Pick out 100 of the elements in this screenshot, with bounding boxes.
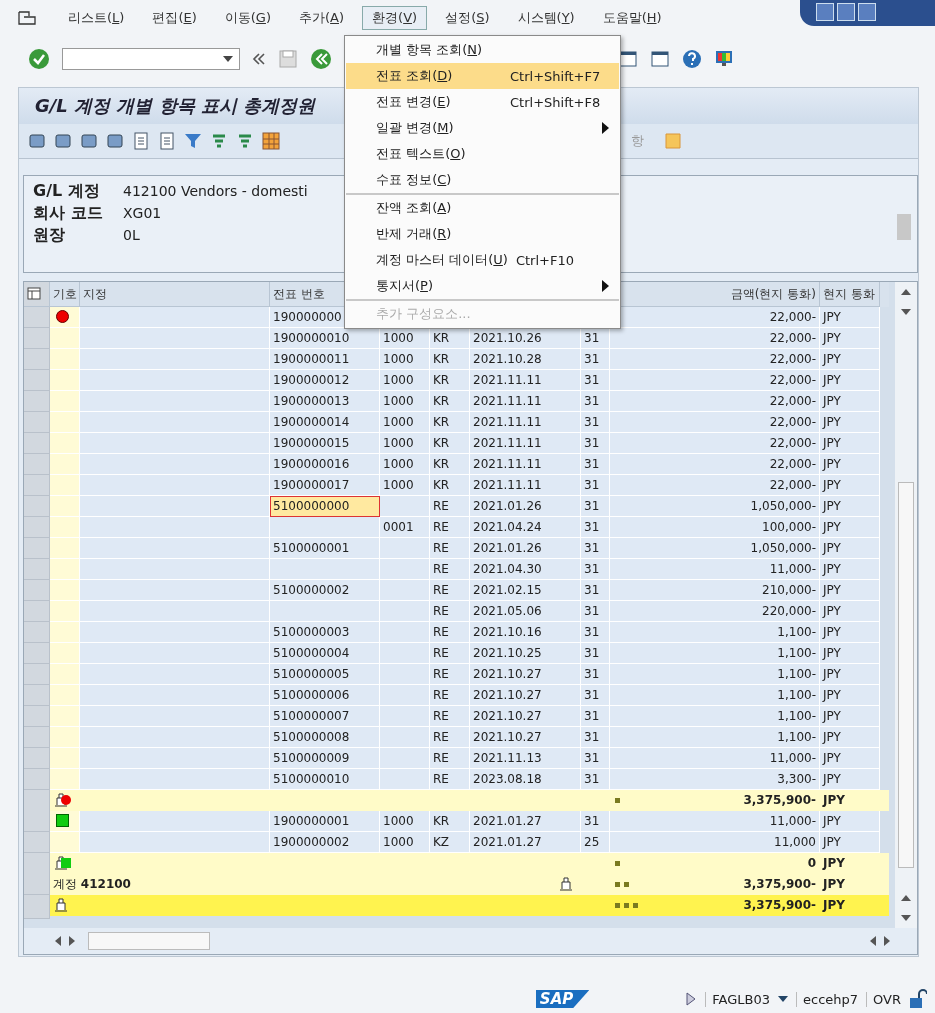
caret-icon[interactable] [223, 55, 233, 62]
window-icon[interactable] [650, 48, 670, 69]
row-selector[interactable] [24, 328, 50, 349]
row-selector[interactable] [24, 685, 50, 706]
row-selector[interactable] [24, 307, 50, 328]
menu-item[interactable]: 반제 거래(R) [346, 221, 619, 247]
row-selector[interactable] [24, 517, 50, 538]
menu-item[interactable]: 도움말(H) [592, 5, 672, 30]
menu-item[interactable]: 잔액 조회(A) [346, 193, 619, 221]
row-selector[interactable] [24, 622, 50, 643]
row-selector[interactable] [24, 748, 50, 769]
menu-item[interactable]: 설정(S) [435, 5, 500, 30]
table-cell[interactable]: 5100000007 [270, 706, 380, 727]
scroll-left-icon[interactable] [869, 936, 877, 946]
row-selector[interactable] [24, 706, 50, 727]
caret-icon[interactable] [778, 996, 788, 1002]
vertical-scrollbar[interactable] [895, 282, 917, 928]
row-selector[interactable] [24, 496, 50, 517]
row-selector[interactable] [24, 559, 50, 580]
row-selector[interactable] [24, 874, 50, 895]
scroll-down-icon[interactable] [901, 914, 911, 922]
window-controls[interactable] [800, 0, 935, 26]
row-selector[interactable] [24, 790, 50, 814]
menu-item[interactable]: 추가(A) [289, 5, 355, 30]
row-selector[interactable] [24, 832, 50, 853]
table-cell[interactable]: 1900000015 [270, 433, 380, 454]
help-icon[interactable] [682, 48, 702, 69]
scroll-left-icon[interactable] [54, 936, 62, 946]
table-cell[interactable]: 1900000012 [270, 370, 380, 391]
table-cell[interactable]: 5100000010 [270, 769, 380, 790]
menu-item[interactable]: 편집(E) [142, 5, 207, 30]
table-cell[interactable]: 1900000013 [270, 391, 380, 412]
table-cell[interactable]: 5100000008 [270, 727, 380, 748]
menu-item[interactable]: 계정 마스터 데이터(U) Ctrl+F10 [346, 247, 619, 273]
layout-grid-icon[interactable] [261, 131, 281, 151]
table-cell[interactable]: 5100000002 [270, 580, 380, 601]
double-chevron-icon[interactable] [252, 51, 266, 66]
scroll-icon[interactable] [662, 131, 684, 151]
row-selector[interactable] [24, 727, 50, 748]
scroll-up-icon[interactable] [901, 894, 911, 902]
layout-icon[interactable] [27, 287, 43, 301]
table-cell[interactable]: 1900000010 [270, 328, 380, 349]
row-selector[interactable] [24, 853, 50, 877]
monitor-icon[interactable] [714, 48, 734, 69]
row-selector[interactable] [24, 454, 50, 475]
menu-item[interactable]: 리스트(L) [58, 5, 135, 30]
menu-item[interactable]: 전표 변경(E) Ctrl+Shift+F8 [346, 89, 619, 115]
table-cell[interactable]: 1900000011 [270, 349, 380, 370]
toolbar-icon[interactable] [53, 131, 73, 151]
scroll-right-icon[interactable] [68, 936, 76, 946]
row-selector[interactable] [24, 538, 50, 559]
command-field[interactable] [62, 47, 240, 70]
menu-item[interactable]: 수표 정보(C) [346, 167, 619, 193]
lock-icon[interactable] [909, 989, 927, 1009]
table-cell[interactable]: 5100000001 [270, 538, 380, 559]
row-selector[interactable] [24, 769, 50, 790]
table-cell[interactable]: 1900000016 [270, 454, 380, 475]
document-icon[interactable] [131, 131, 151, 151]
row-selector[interactable] [24, 811, 50, 832]
row-selector[interactable] [24, 391, 50, 412]
menu-icon[interactable] [18, 10, 36, 25]
play-icon[interactable] [685, 991, 698, 1007]
row-selector[interactable] [24, 580, 50, 601]
menu-item[interactable]: 전표 조회(D) Ctrl+Shift+F7 [346, 63, 619, 89]
row-selector[interactable] [24, 475, 50, 496]
menu-item[interactable]: 전표 텍스트(O) [346, 141, 619, 167]
row-selector[interactable] [24, 643, 50, 664]
scroll-up-icon[interactable] [901, 288, 911, 296]
row-selector[interactable] [24, 412, 50, 433]
table-cell[interactable]: 5100000004 [270, 643, 380, 664]
transaction-code[interactable]: FAGLB03 [705, 991, 770, 1007]
menu-item[interactable]: 환경(V) [362, 5, 428, 30]
toolbar-icon[interactable] [27, 131, 47, 151]
row-selector[interactable] [24, 664, 50, 685]
table-cell[interactable]: 1900000002 [270, 832, 380, 853]
row-selector[interactable] [24, 349, 50, 370]
row-selector[interactable] [24, 433, 50, 454]
toolbar-icon[interactable] [105, 131, 125, 151]
table-cell[interactable]: 5100000006 [270, 685, 380, 706]
document-icon[interactable] [157, 131, 177, 151]
back-icon[interactable] [310, 47, 332, 70]
menu-item[interactable]: 시스템(Y) [507, 5, 585, 30]
toolbar-icon[interactable] [79, 131, 99, 151]
table-cell[interactable]: 1900000017 [270, 475, 380, 496]
table-cell[interactable]: 5100000009 [270, 748, 380, 769]
table-cell[interactable]: 5100000005 [270, 664, 380, 685]
table-cell[interactable]: 1900000014 [270, 412, 380, 433]
row-selector[interactable] [24, 895, 50, 919]
horizontal-scrollbar[interactable] [24, 928, 917, 954]
table-cell[interactable] [270, 559, 380, 580]
table-cell[interactable]: 5100000000 [270, 496, 380, 517]
menu-item[interactable]: 이동(G) [214, 5, 281, 30]
table-cell[interactable] [270, 517, 380, 538]
row-selector[interactable] [24, 370, 50, 391]
save-icon[interactable] [278, 48, 298, 69]
menu-item[interactable]: 개별 항목 조회(N) [346, 37, 619, 63]
table-cell[interactable]: 1900000001 [270, 811, 380, 832]
scroll-down-icon[interactable] [901, 308, 911, 316]
table-cell[interactable]: 5100000003 [270, 622, 380, 643]
check-icon[interactable] [28, 47, 50, 70]
